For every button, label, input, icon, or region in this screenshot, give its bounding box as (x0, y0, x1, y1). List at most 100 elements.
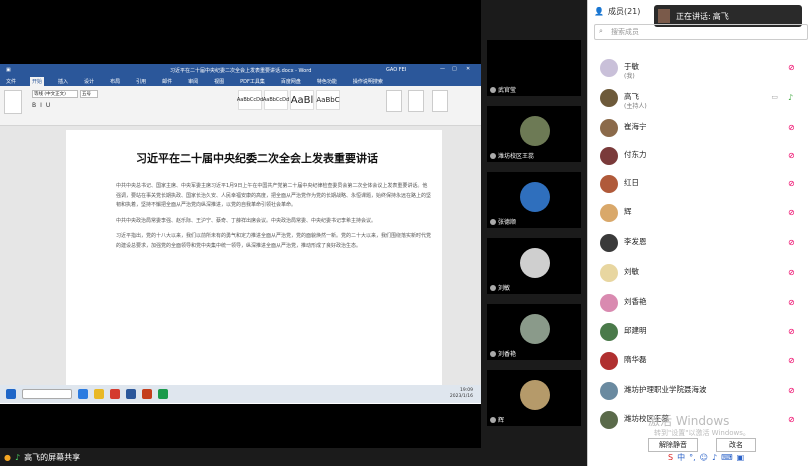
tab-baidu[interactable]: 百度网盘 (279, 77, 303, 86)
member-row[interactable]: 付东力 ⊘ (588, 142, 809, 170)
format-buttons[interactable]: BIU (32, 102, 54, 109)
tab-features[interactable]: 特色功能 (315, 77, 339, 86)
member-row[interactable]: 刘香艳 ⊘ (588, 289, 809, 317)
member-row[interactable]: 邱建明 ⊘ (588, 318, 809, 346)
document-page[interactable]: 习近平在二十届中央纪委二次全会上发表重要讲话 中共中央总书记、国家主席、中央军委… (66, 130, 442, 392)
tab-view[interactable]: 视图 (212, 77, 226, 86)
mic-muted-icon[interactable]: ⊘ (788, 238, 796, 248)
wechat-icon[interactable] (158, 389, 168, 399)
tab-mailings[interactable]: 邮件 (160, 77, 174, 86)
member-name: 红日 (624, 178, 639, 187)
ribbon-tabs: 文件 开始 插入 设计 布局 引用 邮件 审阅 视图 PDF工具集 百度网盘 特… (0, 76, 481, 86)
mic-muted-icon[interactable]: ⊘ (788, 208, 796, 218)
member-role: (主持人) (624, 103, 647, 110)
avatar (600, 175, 618, 193)
keyboard-icon[interactable]: ⌨ (721, 453, 733, 462)
start-icon[interactable] (6, 389, 16, 399)
tab-pdf[interactable]: PDF工具集 (238, 77, 267, 86)
mic-off-icon (490, 284, 496, 291)
video-tile[interactable]: 刘香艳 (487, 304, 581, 360)
member-row[interactable]: 崔海宁 ⊘ (588, 114, 809, 142)
minimize-icon[interactable]: — (440, 66, 445, 72)
font-size-select[interactable]: 五号 (80, 90, 98, 98)
tab-design[interactable]: 设计 (82, 77, 96, 86)
video-tile[interactable]: 武官莹 (487, 40, 581, 96)
word-user[interactable]: GAO FEI (386, 67, 406, 73)
tab-review[interactable]: 审阅 (186, 77, 200, 86)
doc-paragraph: 中共中央政治局常委李强、赵乐际、王沪宁、蔡奇、丁薛祥出席会议。中央政治局常委、中… (116, 217, 377, 224)
video-column: 武官莹 潍坊校区王蕊 张德顺 刘敏 刘香艳 辉 (481, 0, 587, 448)
skin-icon[interactable]: ▣ (737, 453, 745, 462)
member-row[interactable]: 于敏 (我) ⊘ (588, 54, 809, 82)
search-box[interactable] (22, 389, 72, 399)
word-titlebar: ▣ 习近平在二十届中央纪委二次全会上发表重要讲话.docx - Word GAO… (0, 64, 481, 76)
edge-icon[interactable] (78, 389, 88, 399)
tab-file[interactable]: 文件 (4, 77, 18, 86)
tab-layout[interactable]: 布局 (108, 77, 122, 86)
member-row[interactable]: 高飞 (主持人) ▭ ♪ (588, 84, 809, 112)
video-tile[interactable]: 辉 (487, 370, 581, 426)
mic-muted-icon[interactable]: ⊘ (788, 415, 796, 425)
video-tile[interactable]: 潍坊校区王蕊 (487, 106, 581, 162)
save-icon[interactable]: ▣ (6, 67, 11, 73)
avatar (600, 294, 618, 312)
mic-icon[interactable]: ♪ (15, 453, 20, 462)
member-row[interactable]: 隋华磊 ⊘ (588, 347, 809, 375)
mic-muted-icon[interactable]: ⊘ (788, 151, 796, 161)
mic-active-icon[interactable]: ♪ (788, 93, 796, 103)
member-row[interactable]: 红日 ⊘ (588, 170, 809, 198)
paste-button[interactable] (4, 90, 22, 114)
translate-button[interactable] (408, 90, 424, 112)
screen-share-icon: ▭ (771, 93, 778, 101)
tab-insert[interactable]: 插入 (56, 77, 70, 86)
member-search-input[interactable]: ⌕ 搜索成员 (594, 24, 808, 40)
tab-home[interactable]: 开始 (30, 76, 45, 86)
style-heading1[interactable]: AaBl (290, 90, 314, 110)
mic-muted-icon[interactable]: ⊘ (788, 298, 796, 308)
style-nospacing[interactable]: AaBbCcDd (263, 90, 289, 110)
chrome-icon[interactable] (110, 389, 120, 399)
explorer-icon[interactable] (94, 389, 104, 399)
font-name-select[interactable]: 等线 (中文正文) (32, 90, 78, 98)
member-row[interactable]: 刘敏 ⊘ (588, 259, 809, 287)
avatar (600, 323, 618, 341)
find-button[interactable] (386, 90, 402, 112)
member-name: 刘敏 (624, 267, 639, 276)
word-icon[interactable] (126, 389, 136, 399)
tab-search[interactable]: 操作说明搜索 (351, 77, 385, 86)
person-icon[interactable]: ● (4, 453, 11, 462)
sogou-icon[interactable]: S (668, 453, 673, 462)
ime-mode[interactable]: 中 (677, 452, 685, 463)
video-tile[interactable]: 张德顺 (487, 172, 581, 228)
mic-muted-icon[interactable]: ⊘ (788, 268, 796, 278)
video-name: 武官莹 (498, 87, 517, 94)
video-tile[interactable]: 刘敏 (487, 238, 581, 294)
avatar (600, 119, 618, 137)
export-pdf-button[interactable] (432, 90, 448, 112)
member-name: 潍坊护理职业学院聂海波 (624, 385, 707, 394)
mic-muted-icon[interactable]: ⊘ (788, 123, 796, 133)
mic-icon[interactable]: ♪ (712, 453, 717, 462)
members-title: 成员(21) (607, 6, 641, 16)
mic-muted-icon[interactable]: ⊘ (788, 63, 796, 73)
mic-muted-icon[interactable]: ⊘ (788, 356, 796, 366)
avatar (600, 234, 618, 252)
mic-muted-icon[interactable]: ⊘ (788, 179, 796, 189)
maximize-icon[interactable]: □ (452, 66, 457, 72)
speaking-label: 正在讲话: (676, 11, 711, 21)
members-icon: 👤 (594, 6, 604, 16)
close-icon[interactable]: ✕ (466, 66, 470, 72)
tab-references[interactable]: 引用 (134, 77, 148, 86)
share-label: 高飞的屏幕共享 (24, 452, 81, 462)
mic-muted-icon[interactable]: ⊘ (788, 327, 796, 337)
punctuation-icon[interactable]: °, (689, 453, 696, 462)
style-heading2[interactable]: AaBbC (316, 90, 340, 110)
ppt-icon[interactable] (142, 389, 152, 399)
taskbar-clock[interactable]: 19:09 2023/1/16 (450, 388, 473, 400)
style-normal[interactable]: AaBbCcDd (237, 90, 263, 110)
member-row[interactable]: 李发恩 ⊘ (588, 229, 809, 257)
member-row[interactable]: 辉 ⊘ (588, 199, 809, 227)
mic-muted-icon[interactable]: ⊘ (788, 386, 796, 396)
member-row[interactable]: 潍坊护理职业学院聂海波 ⊘ (588, 377, 809, 405)
emoji-icon[interactable]: ☺ (700, 453, 708, 462)
